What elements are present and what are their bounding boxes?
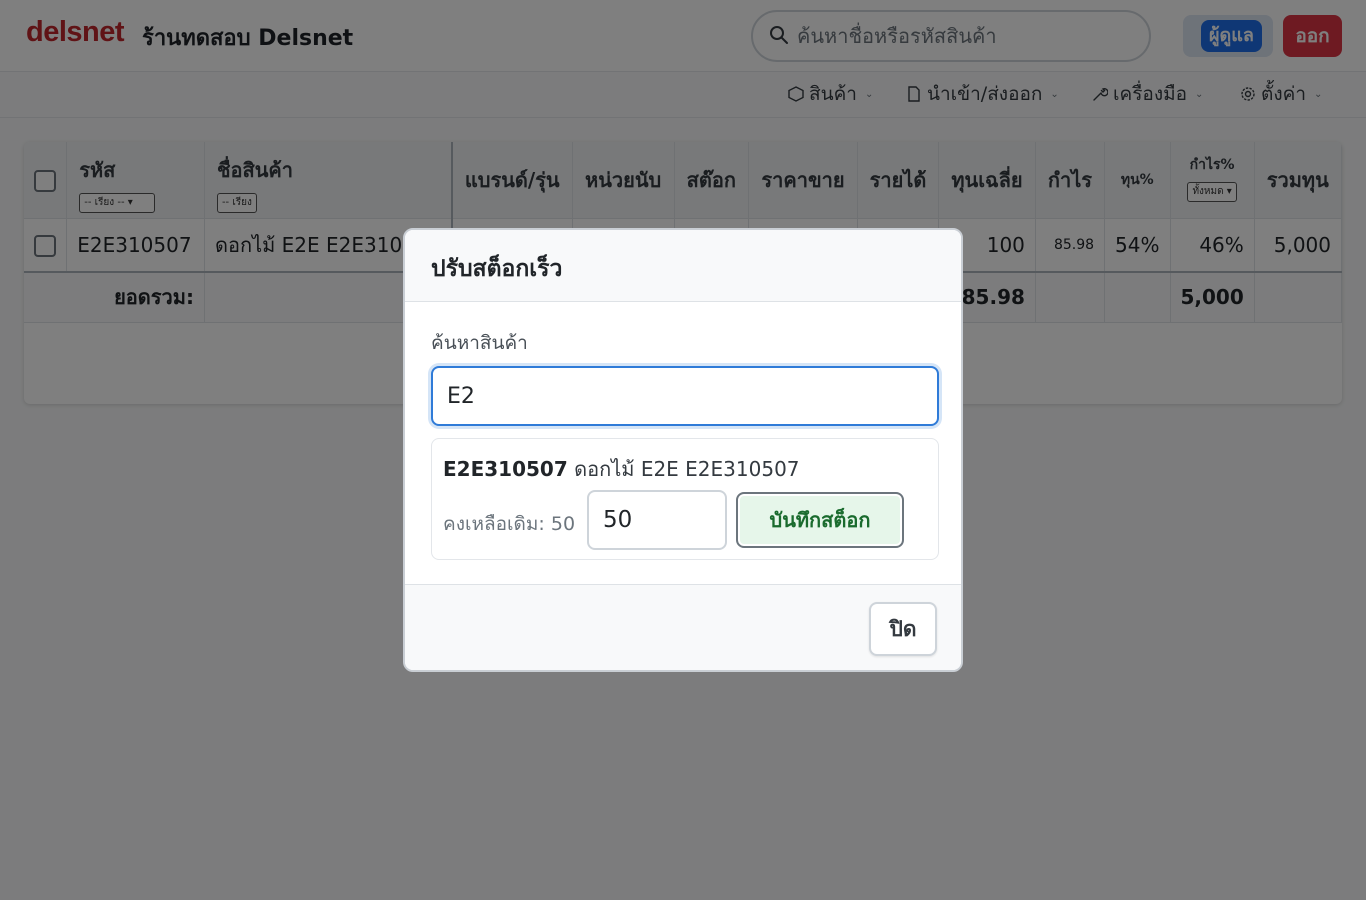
new-stock-input[interactable] [587,490,727,550]
modal-title: ปรับสต็อกเร็ว [431,256,563,282]
quick-stock-modal: ปรับสต็อกเร็ว ค้นหาสินค้า E2E310507 ดอกไ… [403,228,963,672]
modal-footer: ปิด [405,584,961,670]
result-code: E2E310507 [443,457,568,481]
search-result-item: E2E310507 ดอกไม้ E2E E2E310507 คงเหลือเด… [431,438,939,560]
product-search-input[interactable] [431,366,939,426]
close-button[interactable]: ปิด [869,602,937,656]
remaining-stock-label: คงเหลือเดิม: 50 [443,513,576,535]
result-name: ดอกไม้ E2E E2E310507 [574,457,800,481]
result-title: E2E310507 ดอกไม้ E2E E2E310507 [443,453,800,485]
product-search-label: ค้นหาสินค้า [431,332,528,354]
save-stock-button[interactable]: บันทึกสต็อก [736,492,904,548]
modal-header: ปรับสต็อกเร็ว [405,230,961,302]
